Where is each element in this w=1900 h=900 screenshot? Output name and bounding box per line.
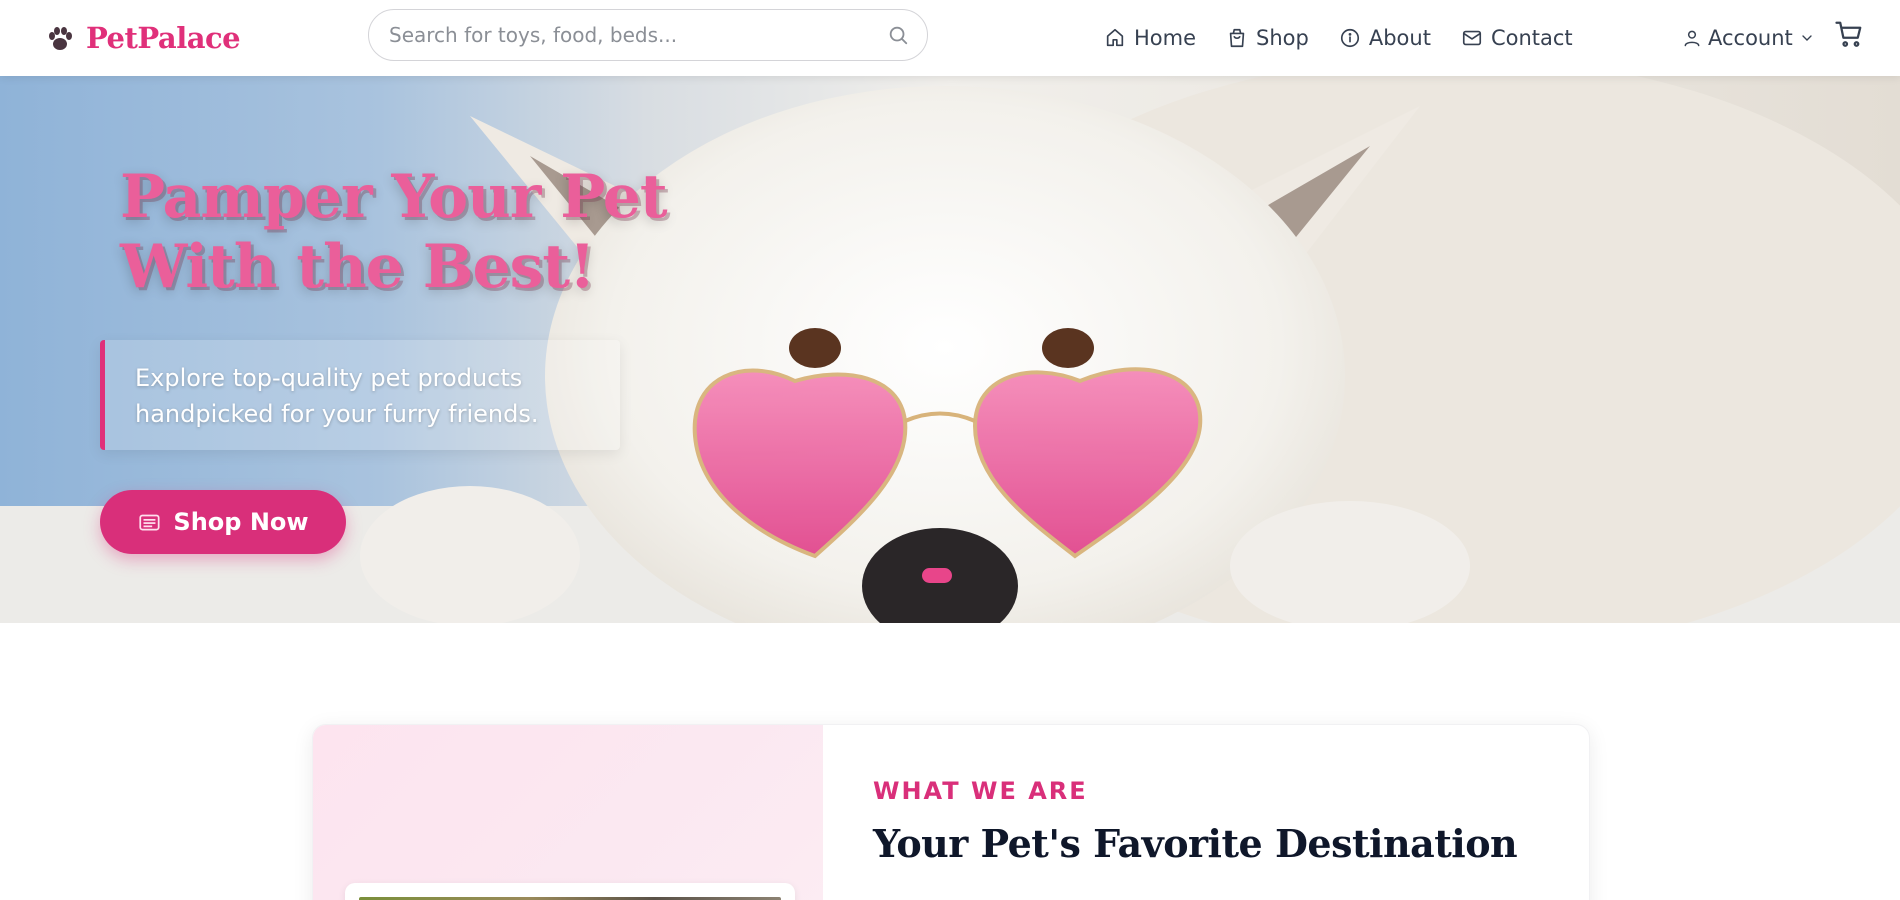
- carousel-indicator-active[interactable]: [922, 568, 952, 583]
- about-photo-frame: [345, 883, 795, 900]
- hero-title-line1: Pamper Your Pet: [120, 162, 668, 232]
- account-label: Account: [1708, 26, 1793, 50]
- chevron-down-icon: [1802, 35, 1812, 41]
- cart-icon[interactable]: [1834, 19, 1864, 49]
- site-header: PetPalace Home Shop About: [0, 0, 1900, 76]
- shopping-bag-icon: [1229, 28, 1245, 48]
- home-icon: [1106, 28, 1124, 47]
- info-icon: [1340, 28, 1359, 48]
- paw-icon: [49, 27, 72, 50]
- about-section: WHAT WE ARE Your Pet's Favorite Destinat…: [312, 724, 1590, 900]
- nav-shop-label: Shop: [1256, 26, 1309, 50]
- user-icon: [1684, 30, 1700, 47]
- mail-icon: [1462, 30, 1482, 46]
- hero-subtitle: Explore top-quality pet products handpic…: [100, 340, 620, 450]
- about-eyebrow: WHAT WE ARE: [873, 777, 1088, 805]
- account-menu[interactable]: Account: [1682, 18, 1815, 58]
- nav-about-label: About: [1368, 26, 1431, 50]
- nav-about[interactable]: About: [1339, 26, 1431, 50]
- main-nav: Home Shop About Contact: [1104, 18, 1573, 58]
- hero-subtitle-line2: handpicked for your furry friends.: [135, 400, 539, 428]
- hero-subtitle-line1: Explore top-quality pet products: [135, 364, 523, 392]
- hero-title: Pamper Your Pet With the Best!: [120, 162, 680, 302]
- search-input[interactable]: [389, 23, 887, 47]
- hero-title-line2: With the Best!: [120, 232, 595, 302]
- shop-now-label: Shop Now: [173, 508, 309, 536]
- about-image-panel: [313, 725, 823, 900]
- brand-name: PetPalace: [86, 21, 241, 55]
- nav-home-label: Home: [1134, 26, 1197, 50]
- search-bar: [368, 9, 928, 61]
- nav-home[interactable]: Home: [1104, 26, 1196, 50]
- nav-contact-label: Contact: [1490, 26, 1573, 50]
- about-title: Your Pet's Favorite Destination: [873, 821, 1518, 866]
- shop-now-button[interactable]: Shop Now: [100, 490, 346, 554]
- nav-shop[interactable]: Shop: [1226, 26, 1309, 50]
- bag-icon: [139, 514, 160, 531]
- nav-contact[interactable]: Contact: [1461, 26, 1573, 50]
- brand-logo[interactable]: PetPalace: [44, 18, 241, 58]
- hero-banner: Pamper Your Pet With the Best! Explore t…: [0, 76, 1900, 623]
- search-icon[interactable]: [887, 24, 909, 46]
